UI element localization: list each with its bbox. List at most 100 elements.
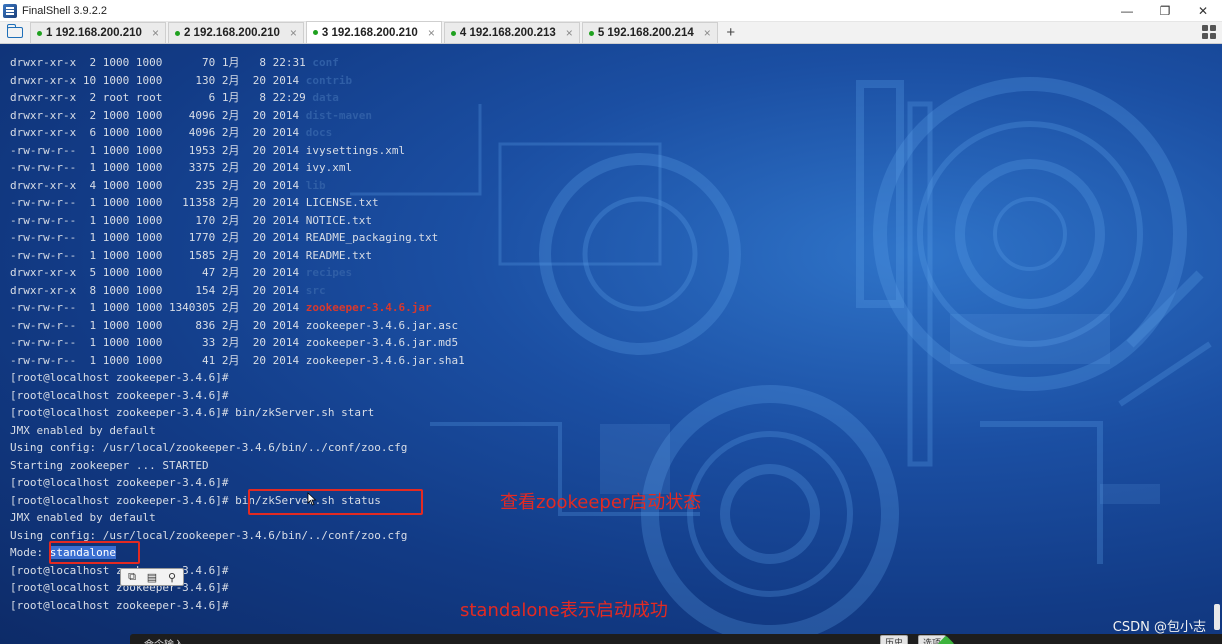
listing-meta: -rw-rw-r-- 1 1000 1000 1953 2月 20 2014 — [10, 143, 306, 157]
listing-row: drwxr-xr-x 5 1000 1000 47 2月 20 2014 rec… — [10, 264, 465, 282]
prompt-line: [root@localhost zookeeper-3.4.6]# — [10, 597, 465, 615]
file-name: LICENSE.txt — [305, 196, 379, 209]
listing-meta: -rw-rw-r-- 1 1000 1000 41 2月 20 2014 — [10, 353, 306, 367]
directory-name: recipes — [305, 266, 353, 279]
output-text: Starting zookeeper ... STARTED — [10, 458, 209, 472]
success-annotation: standalone表示启动成功 — [460, 600, 668, 621]
output-line: Using config: /usr/local/zookeeper-3.4.6… — [10, 439, 465, 457]
listing-meta: drwxr-xr-x 8 1000 1000 154 2月 20 2014 — [10, 283, 306, 297]
directory-name: docs — [305, 126, 333, 139]
history-button[interactable]: 历史 — [880, 635, 909, 644]
title-bar: FinalShell 3.9.2.2 — ❐ ✕ — [0, 0, 1222, 22]
csdn-watermark: CSDN @包小志 — [1112, 620, 1206, 635]
tab-session-4[interactable]: 4 192.168.200.213 × — [443, 22, 580, 43]
output-text: JMX enabled by default — [10, 423, 156, 437]
directory-name: contrib — [305, 73, 353, 87]
listing-meta: drwxr-xr-x 2 root root 6 1月 8 22:29 — [10, 91, 313, 104]
paste-icon[interactable]: ▤ — [143, 570, 161, 584]
listing-meta: -rw-rw-r-- 1 1000 1000 1585 2月 20 2014 — [10, 248, 306, 262]
folder-icon — [6, 23, 23, 38]
open-folder-button[interactable] — [0, 21, 30, 43]
listing-meta: drwxr-xr-x 6 1000 1000 4096 2月 20 2014 — [10, 126, 306, 139]
directory-name: data — [312, 91, 339, 104]
command-input[interactable]: 命令输入 — [144, 636, 184, 644]
tab-close-icon[interactable]: × — [152, 26, 159, 40]
listing-meta: drwxr-xr-x 2 1000 1000 70 1月 8 22:31 — [10, 56, 313, 69]
file-name: zookeeper-3.4.6.jar.asc — [305, 318, 459, 332]
tab-close-icon[interactable]: × — [290, 26, 297, 40]
shell-prompt: [root@localhost zookeeper-3.4.6]# — [10, 493, 236, 507]
terminal-output: drwxr-xr-x 2 1000 1000 70 1月 8 22:31 con… — [10, 54, 465, 614]
file-name: ivy.xml — [305, 161, 353, 174]
shell-prompt: [root@localhost zookeeper-3.4.6]# — [10, 371, 236, 384]
session-tab-bar: 1 192.168.200.210 × 2 192.168.200.210 × … — [0, 21, 1222, 44]
listing-meta: drwxr-xr-x 2 1000 1000 4096 2月 20 2014 — [10, 108, 306, 122]
listing-row: drwxr-xr-x 2 1000 1000 70 1月 8 22:31 con… — [10, 54, 465, 72]
listing-meta: -rw-rw-r-- 1 1000 1000 11358 2月 20 2014 — [10, 196, 306, 209]
prompt-line: [root@localhost zookeeper-3.4.6]# — [10, 562, 465, 580]
listing-row: drwxr-xr-x 2 1000 1000 4096 2月 20 2014 d… — [10, 107, 465, 125]
listing-meta: -rw-rw-r-- 1 1000 1000 836 2月 20 2014 — [10, 318, 306, 332]
search-icon[interactable]: ⚲ — [163, 570, 181, 584]
output-line: Starting zookeeper ... STARTED — [10, 457, 465, 475]
tab-session-5[interactable]: 5 192.168.200.214 × — [581, 22, 718, 43]
output-text: Mode: — [10, 546, 50, 559]
listing-row: -rw-rw-r-- 1 1000 1000 33 2月 20 2014 zoo… — [10, 334, 465, 352]
layout-grid-icon[interactable] — [1202, 25, 1216, 39]
output-text: JMX enabled by default — [10, 511, 156, 524]
copy-icon[interactable]: ⧉ — [123, 570, 141, 584]
listing-row: -rw-rw-r-- 1 1000 1000 11358 2月 20 2014 … — [10, 194, 465, 212]
standalone-highlight-box — [49, 541, 140, 564]
file-name: README_packaging.txt — [305, 231, 439, 244]
maximize-button[interactable]: ❐ — [1146, 0, 1184, 22]
tab-close-icon[interactable]: × — [566, 26, 573, 40]
tab-label: 5 192.168.200.214 — [597, 27, 694, 39]
window-controls: — ❐ ✕ — [1108, 0, 1222, 22]
file-name: zookeeper-3.4.6.jar.sha1 — [305, 353, 465, 367]
minimize-button[interactable]: — — [1108, 0, 1146, 22]
command-text: bin/zkServer.sh start — [235, 406, 375, 419]
listing-meta: -rw-rw-r-- 1 1000 1000 170 2月 20 2014 — [10, 213, 306, 227]
close-button[interactable]: ✕ — [1184, 0, 1222, 22]
terminal-view[interactable]: drwxr-xr-x 2 1000 1000 70 1月 8 22:31 con… — [0, 44, 1222, 644]
listing-row: -rw-rw-r-- 1 1000 1000 41 2月 20 2014 zoo… — [10, 352, 465, 370]
file-name: ivysettings.xml — [305, 143, 406, 157]
tab-session-2[interactable]: 2 192.168.200.210 × — [167, 22, 304, 43]
file-name: NOTICE.txt — [305, 213, 373, 227]
listing-row: -rw-rw-r-- 1 1000 1000 836 2月 20 2014 zo… — [10, 317, 465, 335]
shell-prompt: [root@localhost zookeeper-3.4.6]# — [10, 406, 236, 419]
output-line: JMX enabled by default — [10, 422, 465, 440]
connected-dot-icon — [37, 30, 42, 36]
prompt-line: [root@localhost zookeeper-3.4.6]# — [10, 387, 465, 405]
selection-popup-toolbar: ⧉ ▤ ⚲ — [120, 568, 184, 586]
terminal-scrollbar-thumb[interactable] — [1214, 604, 1220, 630]
shell-prompt: [root@localhost zookeeper-3.4.6]# — [10, 388, 236, 402]
listing-meta: -rw-rw-r-- 1 1000 1000 33 2月 20 2014 — [10, 336, 306, 349]
prompt-line: [root@localhost zookeeper-3.4.6]# bin/zk… — [10, 404, 465, 422]
status-annotation: 查看zookeeper启动状态 — [500, 492, 702, 513]
file-name: README.txt — [305, 248, 373, 262]
listing-row: -rw-rw-r-- 1 1000 1000 1340305 2月 20 201… — [10, 299, 465, 317]
listing-row: -rw-rw-r-- 1 1000 1000 3375 2月 20 2014 i… — [10, 159, 465, 177]
tab-close-icon[interactable]: × — [704, 26, 711, 40]
tab-label: 4 192.168.200.213 — [459, 27, 556, 39]
output-text: Using config: /usr/local/zookeeper-3.4.6… — [10, 528, 408, 542]
output-text: Using config: /usr/local/zookeeper-3.4.6… — [10, 441, 408, 454]
listing-row: drwxr-xr-x 6 1000 1000 4096 2月 20 2014 d… — [10, 124, 465, 142]
listing-row: drwxr-xr-x 8 1000 1000 154 2月 20 2014 sr… — [10, 282, 465, 300]
listing-row: -rw-rw-r-- 1 1000 1000 1585 2月 20 2014 R… — [10, 247, 465, 265]
listing-meta: drwxr-xr-x 5 1000 1000 47 2月 20 2014 — [10, 266, 306, 279]
add-tab-button[interactable]: + — [720, 22, 742, 43]
prompt-line: [root@localhost zookeeper-3.4.6]# — [10, 579, 465, 597]
tab-close-icon[interactable]: × — [428, 26, 435, 40]
connected-dot-icon — [312, 30, 318, 35]
tab-session-1[interactable]: 1 192.168.200.210 × — [30, 22, 166, 43]
tab-session-3[interactable]: 3 192.168.200.210 × — [305, 21, 442, 43]
listing-meta: drwxr-xr-x 4 1000 1000 235 2月 20 2014 — [10, 178, 306, 192]
directory-name: dist-maven — [305, 108, 373, 122]
listing-meta: drwxr-xr-x 10 1000 1000 130 2月 20 2014 — [10, 73, 306, 87]
status-command-highlight-box — [248, 489, 423, 515]
directory-name: src — [305, 283, 326, 297]
directory-name: lib — [305, 178, 326, 192]
tab-label: 3 192.168.200.210 — [321, 26, 418, 39]
